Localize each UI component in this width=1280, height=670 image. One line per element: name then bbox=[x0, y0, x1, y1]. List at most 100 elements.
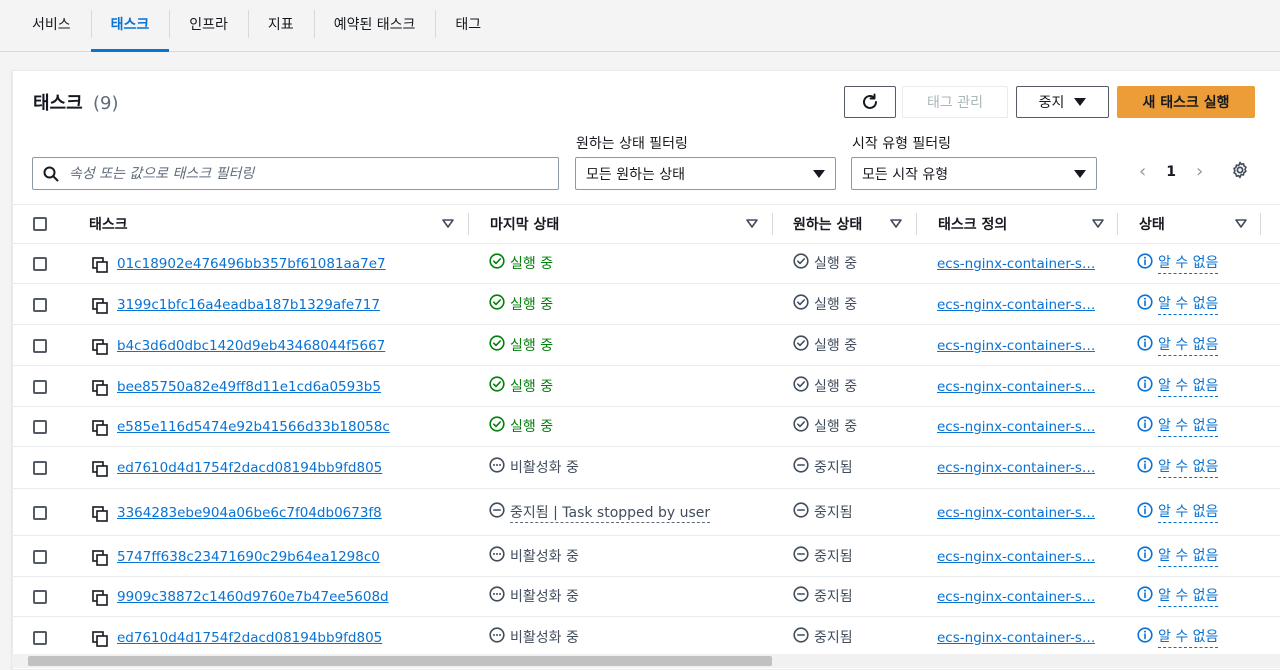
task-id-link[interactable]: ed7610d4d1754f2dacd08194bb9fd805 bbox=[117, 460, 382, 476]
sort-icon[interactable] bbox=[1092, 219, 1104, 229]
tab-tags[interactable]: 태그 bbox=[435, 0, 501, 48]
table-row[interactable]: b4c3d6d0dbc1420d9eb43468044f5667 실행 중 실행 중… bbox=[13, 325, 1280, 366]
sort-icon[interactable] bbox=[746, 219, 758, 229]
task-id-link[interactable]: e585e116d5474e92b41566d33b18058c bbox=[117, 419, 390, 435]
task-definition-link[interactable]: ecs-nginx-container-s… bbox=[937, 630, 1095, 646]
search-icon bbox=[43, 166, 59, 181]
task-definition-link[interactable]: ecs-nginx-container-s… bbox=[937, 460, 1095, 476]
task-definition-link[interactable]: ecs-nginx-container-s… bbox=[937, 589, 1095, 605]
health-status-popover[interactable]: 알 수 없음 bbox=[1137, 456, 1219, 478]
copy-icon[interactable] bbox=[92, 339, 108, 359]
task-definition-link[interactable]: ecs-nginx-container-s… bbox=[937, 297, 1095, 313]
task-id-link[interactable]: 9909c38872c1460d9760e7b47ee5608d bbox=[117, 589, 389, 605]
table-row[interactable]: ed7610d4d1754f2dacd08194bb9fd805 비활성화 중 중지… bbox=[13, 617, 1280, 658]
tab-infrastructure[interactable]: 인프라 bbox=[169, 0, 248, 48]
table-row[interactable]: e585e116d5474e92b41566d33b18058c 실행 중 실행 중… bbox=[13, 407, 1280, 447]
copy-icon[interactable] bbox=[92, 506, 108, 526]
table-row[interactable]: 3199c1bfc16a4eadba187b1329afe717 실행 중 실행 중… bbox=[13, 284, 1280, 325]
copy-icon[interactable] bbox=[92, 590, 108, 610]
settings-button[interactable] bbox=[1231, 161, 1249, 183]
task-id-link[interactable]: 01c18902e476496bb357bf61081aa7e7 bbox=[117, 256, 386, 272]
copy-icon[interactable] bbox=[92, 257, 108, 277]
health-status-popover[interactable]: 알 수 없음 bbox=[1137, 252, 1219, 274]
row-checkbox[interactable] bbox=[33, 590, 47, 604]
tab-scheduled-tasks[interactable]: 예약된 태스크 bbox=[313, 0, 436, 48]
column-task-definition[interactable]: 태스크 정의 bbox=[938, 205, 1118, 243]
row-checkbox[interactable] bbox=[33, 631, 47, 645]
select-all-checkbox[interactable] bbox=[33, 217, 47, 231]
table-row[interactable]: 3364283ebe904a06be6c7f04db0673f8 중지됨 | Ta… bbox=[13, 489, 1280, 536]
health-status-popover[interactable]: 알 수 없음 bbox=[1137, 545, 1219, 567]
table-row[interactable]: 01c18902e476496bb357bf61081aa7e7 실행 중 실행 중… bbox=[13, 243, 1280, 284]
tab-services[interactable]: 서비스 bbox=[12, 0, 91, 48]
row-checkbox[interactable] bbox=[33, 339, 47, 353]
tab-metrics[interactable]: 지표 bbox=[247, 0, 314, 48]
health-status-popover[interactable]: 알 수 없음 bbox=[1137, 293, 1219, 315]
horizontal-scrollbar[interactable] bbox=[12, 654, 1280, 668]
task-id-link[interactable]: bee85750a82e49ff8d11e1cd6a0593b5 bbox=[117, 379, 381, 395]
table-row[interactable]: bee85750a82e49ff8d11e1cd6a0593b5 실행 중 실행 중… bbox=[13, 366, 1280, 407]
desired-status-text: 중지됨 bbox=[814, 505, 853, 521]
row-checkbox[interactable] bbox=[33, 298, 47, 312]
health-status-popover[interactable]: 알 수 없음 bbox=[1137, 334, 1219, 356]
search-field[interactable] bbox=[32, 157, 559, 190]
manage-tags-button[interactable]: 태그 관리 bbox=[902, 86, 1008, 118]
task-id-link[interactable]: 3199c1bfc16a4eadba187b1329afe717 bbox=[117, 297, 380, 313]
task-definition-link[interactable]: ecs-nginx-container-s… bbox=[937, 338, 1095, 354]
row-checkbox[interactable] bbox=[33, 380, 47, 394]
last-status-text[interactable]: 중지됨 | Task stopped by user bbox=[510, 502, 711, 523]
sort-icon[interactable] bbox=[890, 219, 902, 229]
sort-icon[interactable] bbox=[1235, 219, 1247, 229]
task-id-link[interactable]: 5747ff638c23471690c29b64ea1298c0 bbox=[117, 549, 380, 565]
health-status-popover[interactable]: 알 수 없음 bbox=[1137, 501, 1219, 523]
task-id-link[interactable]: b4c3d6d0dbc1420d9eb43468044f5667 bbox=[117, 338, 385, 354]
table-row[interactable]: 5747ff638c23471690c29b64ea1298c0 비활성화 중 중지… bbox=[13, 536, 1280, 577]
copy-icon[interactable] bbox=[92, 380, 108, 400]
next-page-button[interactable]: › bbox=[1196, 161, 1203, 182]
health-status-popover[interactable]: 알 수 없음 bbox=[1137, 375, 1219, 397]
task-definition-link[interactable]: ecs-nginx-container-s… bbox=[937, 419, 1095, 435]
column-task[interactable]: 태스크 bbox=[89, 205, 469, 243]
run-task-button[interactable]: 새 태스크 실행 bbox=[1117, 86, 1255, 118]
task-definition-link[interactable]: ecs-nginx-container-s… bbox=[937, 379, 1095, 395]
row-checkbox[interactable] bbox=[33, 461, 47, 475]
stop-button[interactable]: 중지 bbox=[1016, 86, 1109, 118]
refresh-button[interactable] bbox=[844, 86, 896, 118]
copy-icon[interactable] bbox=[92, 550, 108, 570]
page-number[interactable]: 1 bbox=[1166, 164, 1176, 180]
copy-icon[interactable] bbox=[92, 461, 108, 481]
success-icon bbox=[489, 335, 505, 355]
column-task-label: 태스크 bbox=[89, 217, 128, 233]
health-status-popover[interactable]: 알 수 없음 bbox=[1137, 415, 1219, 437]
task-definition-link[interactable]: ecs-nginx-container-s… bbox=[937, 549, 1095, 565]
desired-status-cell: 실행 중 bbox=[793, 376, 857, 396]
health-status-popover[interactable]: 알 수 없음 bbox=[1137, 626, 1219, 648]
task-definition-link[interactable]: ecs-nginx-container-s… bbox=[937, 256, 1095, 272]
health-status-popover[interactable]: 알 수 없음 bbox=[1137, 585, 1219, 607]
task-id-link[interactable]: 3364283ebe904a06be6c7f04db0673f8 bbox=[117, 505, 382, 521]
task-definition-cell: ecs-nginx-container-s… bbox=[937, 295, 1097, 315]
scrollbar-thumb[interactable] bbox=[28, 656, 772, 666]
launch-type-select[interactable]: 모든 시작 유형 bbox=[851, 157, 1097, 190]
last-status-cell: 비활성화 중 bbox=[489, 627, 579, 647]
sort-icon[interactable] bbox=[442, 219, 454, 229]
task-id-link[interactable]: ed7610d4d1754f2dacd08194bb9fd805 bbox=[117, 630, 382, 646]
search-input[interactable] bbox=[69, 165, 519, 182]
task-definition-link[interactable]: ecs-nginx-container-s… bbox=[937, 505, 1095, 521]
row-checkbox[interactable] bbox=[33, 420, 47, 434]
page-title: 태스크 (9) bbox=[33, 89, 118, 115]
desired-status-text: 중지됨 bbox=[814, 549, 853, 565]
table-row[interactable]: 9909c38872c1460d9760e7b47ee5608d 비활성화 중 중지… bbox=[13, 577, 1280, 617]
row-checkbox[interactable] bbox=[33, 506, 47, 520]
copy-icon[interactable] bbox=[92, 420, 108, 440]
table-row[interactable]: ed7610d4d1754f2dacd08194bb9fd805 비활성화 중 중지… bbox=[13, 447, 1280, 489]
pending-icon bbox=[489, 457, 505, 477]
copy-icon[interactable] bbox=[92, 631, 108, 651]
copy-icon[interactable] bbox=[92, 298, 108, 318]
desired-status-select[interactable]: 모든 원하는 상태 bbox=[575, 157, 836, 190]
row-checkbox[interactable] bbox=[33, 550, 47, 564]
tab-tasks[interactable]: 태스크 bbox=[90, 0, 170, 52]
row-checkbox[interactable] bbox=[33, 257, 47, 271]
column-last-status[interactable]: 마지막 상태 bbox=[490, 205, 773, 243]
prev-page-button[interactable]: ‹ bbox=[1139, 161, 1146, 182]
